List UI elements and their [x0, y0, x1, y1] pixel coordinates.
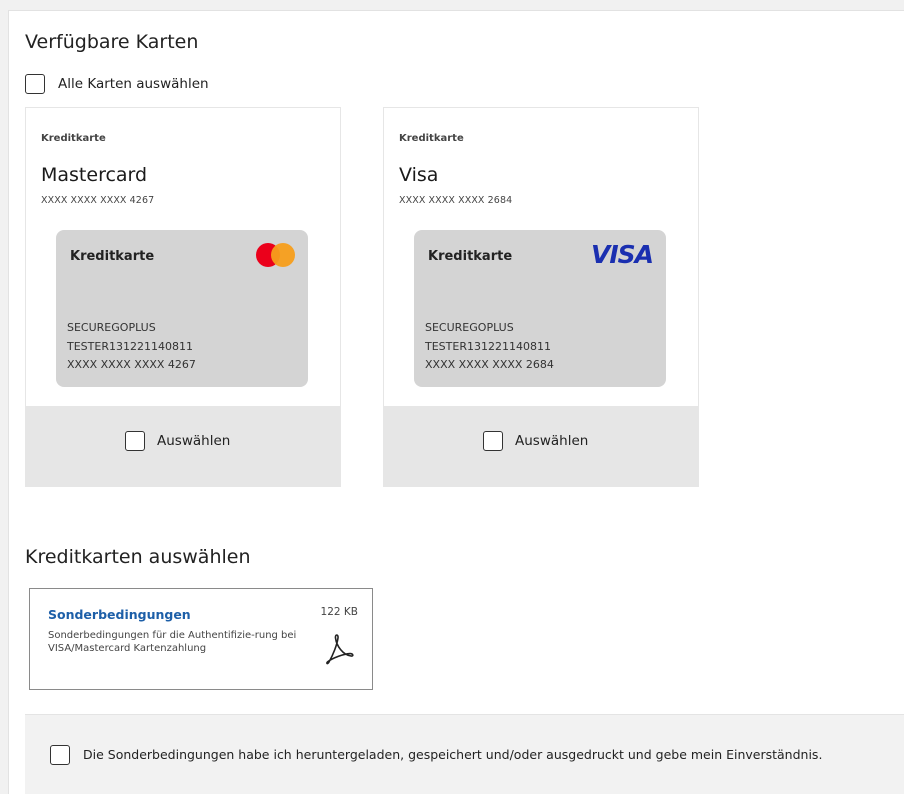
card-visual: Kreditkarte VISA SECUREGOPLUS TESTER1312…	[414, 230, 666, 387]
card-type-label: Kreditkarte	[399, 133, 464, 144]
document-tile[interactable]: Sonderbedingungen Sonderbedingungen für …	[29, 588, 373, 690]
pdf-icon[interactable]	[324, 631, 354, 665]
consent-label[interactable]: Die Sonderbedingungen habe ich herunterg…	[83, 747, 822, 762]
document-size: 122 KB	[320, 606, 358, 618]
consent-row: Die Sonderbedingungen habe ich herunterg…	[25, 714, 904, 794]
document-description: Sonderbedingungen für die Authentifizie-…	[48, 630, 297, 654]
card-holder-line1: SECUREGOPLUS	[425, 321, 514, 334]
card-select-footer[interactable]: Auswählen	[26, 406, 340, 486]
card-holder-line2: TESTER131221140811	[425, 340, 551, 353]
consent-checkbox[interactable]	[50, 745, 70, 765]
card-visual: Kreditkarte SECUREGOPLUS TESTER131221140…	[56, 230, 308, 387]
card-number: XXXX XXXX XXXX 2684	[399, 195, 513, 206]
document-title-link[interactable]: Sonderbedingungen	[48, 607, 191, 622]
visa-logo-icon: VISA	[590, 240, 654, 269]
card-visual-type: Kreditkarte	[70, 249, 155, 264]
card-name: Mastercard	[41, 164, 148, 186]
card-visual-type: Kreditkarte	[428, 249, 513, 264]
card-holder-line1: SECUREGOPLUS	[67, 321, 156, 334]
select-card-label[interactable]: Auswählen	[157, 433, 230, 449]
select-cards-title: Kreditkarten auswählen	[25, 546, 251, 568]
card-visa: Kreditkarte Visa XXXX XXXX XXXX 2684 Kre…	[383, 107, 699, 487]
card-name: Visa	[399, 164, 439, 186]
card-visual-number: XXXX XXXX XXXX 2684	[425, 358, 554, 371]
card-select-footer[interactable]: Auswählen	[384, 406, 698, 486]
content-panel: Verfügbare Karten Alle Karten auswählen …	[8, 10, 904, 794]
available-cards-title: Verfügbare Karten	[25, 31, 199, 53]
select-card-checkbox[interactable]	[483, 431, 503, 451]
select-card-checkbox[interactable]	[125, 431, 145, 451]
select-card-label[interactable]: Auswählen	[515, 433, 588, 449]
card-number: XXXX XXXX XXXX 4267	[41, 195, 155, 206]
card-holder-line2: TESTER131221140811	[67, 340, 193, 353]
mastercard-logo-icon	[256, 243, 296, 267]
card-type-label: Kreditkarte	[41, 133, 106, 144]
card-mastercard: Kreditkarte Mastercard XXXX XXXX XXXX 42…	[25, 107, 341, 487]
select-all-checkbox[interactable]	[25, 74, 45, 94]
select-all-label[interactable]: Alle Karten auswählen	[58, 76, 209, 92]
card-visual-number: XXXX XXXX XXXX 4267	[67, 358, 196, 371]
